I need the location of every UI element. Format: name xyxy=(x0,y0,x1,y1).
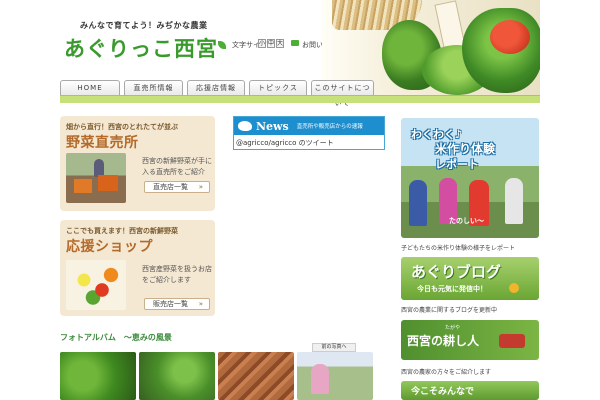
leaf-icon xyxy=(218,41,226,49)
direct-sales-list-button[interactable]: 直売店一覧 » xyxy=(144,181,210,193)
farmers-caption[interactable]: 西宮の農家の方々をご紹介します xyxy=(401,367,491,376)
banner-small-text: たのしい〜 xyxy=(449,217,484,225)
banner-line-3: レポート xyxy=(435,158,479,171)
agri-blog-banner[interactable]: あぐりブログ 今日も元気に発信中！ xyxy=(401,257,539,300)
mail-icon xyxy=(291,40,299,46)
agri-blog-caption[interactable]: 西宮の農業に関するブログを更新中 xyxy=(401,305,497,314)
support-shop-list-button[interactable]: 販売店一覧 » xyxy=(144,298,210,310)
card-subtitle: ここでも買えます！西宮の新鮮野菜 xyxy=(66,227,178,235)
news-title: News xyxy=(256,119,289,133)
nav-direct-sales[interactable]: 直売所情報 xyxy=(124,80,183,96)
twitter-bird-icon xyxy=(238,121,252,131)
news-description: 直売所や販売店からの速報 xyxy=(296,124,363,130)
main-nav: HOME 直売所情報 応援店情報 トピックス このサイトについて xyxy=(60,80,374,107)
album-photo-label[interactable]: 前の写真へ xyxy=(312,343,356,352)
album-photo[interactable] xyxy=(218,352,294,400)
farmers-banner[interactable]: たがや 西宮の耕し人 xyxy=(401,320,539,360)
album-photo[interactable] xyxy=(139,352,215,400)
rice-report-banner[interactable]: わくわく♪ 米作り体験 レポート たのしい〜 xyxy=(401,118,539,238)
font-size-medium-button[interactable]: 中 xyxy=(267,39,275,48)
font-size-buttons: 小 中 大 xyxy=(258,39,284,48)
card-subtitle: 畑から直行！西宮のとれたてが並ぶ xyxy=(66,123,178,131)
tractor-icon xyxy=(499,334,525,348)
album-photo[interactable] xyxy=(297,352,373,400)
sun-icon xyxy=(509,283,519,293)
font-size-small-button[interactable]: 小 xyxy=(258,39,266,48)
news-box: News 直売所や販売店からの速報 @agricco/agricco のツイート xyxy=(233,116,385,150)
direct-sales-card[interactable]: 畑から直行！西宮のとれたてが並ぶ 野菜直売所 西宮の新鮮野菜が手に入る直売所をご… xyxy=(60,116,215,211)
banner-subtitle: 今日も元気に発信中！ xyxy=(417,285,487,293)
news-feed-link[interactable]: @agricco/agricco のツイート xyxy=(234,135,384,151)
nav-topics[interactable]: トピックス xyxy=(249,80,307,96)
banner-line-2: 米作り体験 xyxy=(435,142,496,156)
card-title: 野菜直売所 xyxy=(66,135,139,151)
bottom-banner[interactable]: 今こそみんなで xyxy=(401,381,539,400)
site-logo[interactable]: あぐりっこ西宮 xyxy=(64,33,218,63)
nav-support-shops[interactable]: 応援店情報 xyxy=(187,80,245,96)
card-title: 応援ショップ xyxy=(66,239,153,255)
font-size-large-button[interactable]: 大 xyxy=(276,39,284,48)
site-tagline: みんなで育てよう！みぢかな農業 xyxy=(80,21,208,30)
site-header: みんなで育てよう！みぢかな農業 あぐりっこ西宮 文字サイズ 小 中 大 お問い合… xyxy=(0,0,600,96)
banner-ruby: たがや xyxy=(445,325,461,331)
album-photo[interactable] xyxy=(60,352,136,400)
news-header: News 直売所や販売店からの速報 xyxy=(234,117,384,135)
nav-home[interactable]: HOME xyxy=(60,80,120,96)
banner-title: 今こそみんなで xyxy=(411,387,475,397)
double-chevron-right-icon: » xyxy=(198,300,203,308)
photo-album-title: フォトアルバム ～恵みの風景 xyxy=(60,333,172,342)
banner-title: あぐりブログ xyxy=(411,263,502,281)
support-shop-photo xyxy=(66,260,126,310)
card-description: 西宮の新鮮野菜が手に入る直売所をご紹介 xyxy=(142,157,212,176)
button-label: 販売店一覧 xyxy=(153,300,188,308)
nav-about[interactable]: このサイトについて xyxy=(311,80,374,107)
double-chevron-right-icon: » xyxy=(198,183,203,191)
card-description: 西宮産野菜を扱うお店をご紹介します xyxy=(142,265,212,284)
rice-report-caption[interactable]: 子どもたちの米作り体験の様子をレポート xyxy=(401,243,515,252)
direct-sales-photo xyxy=(66,153,126,203)
nav-underline-bar xyxy=(60,95,540,103)
banner-title: 西宮の耕し人 xyxy=(407,334,480,348)
button-label: 直売店一覧 xyxy=(153,183,188,191)
